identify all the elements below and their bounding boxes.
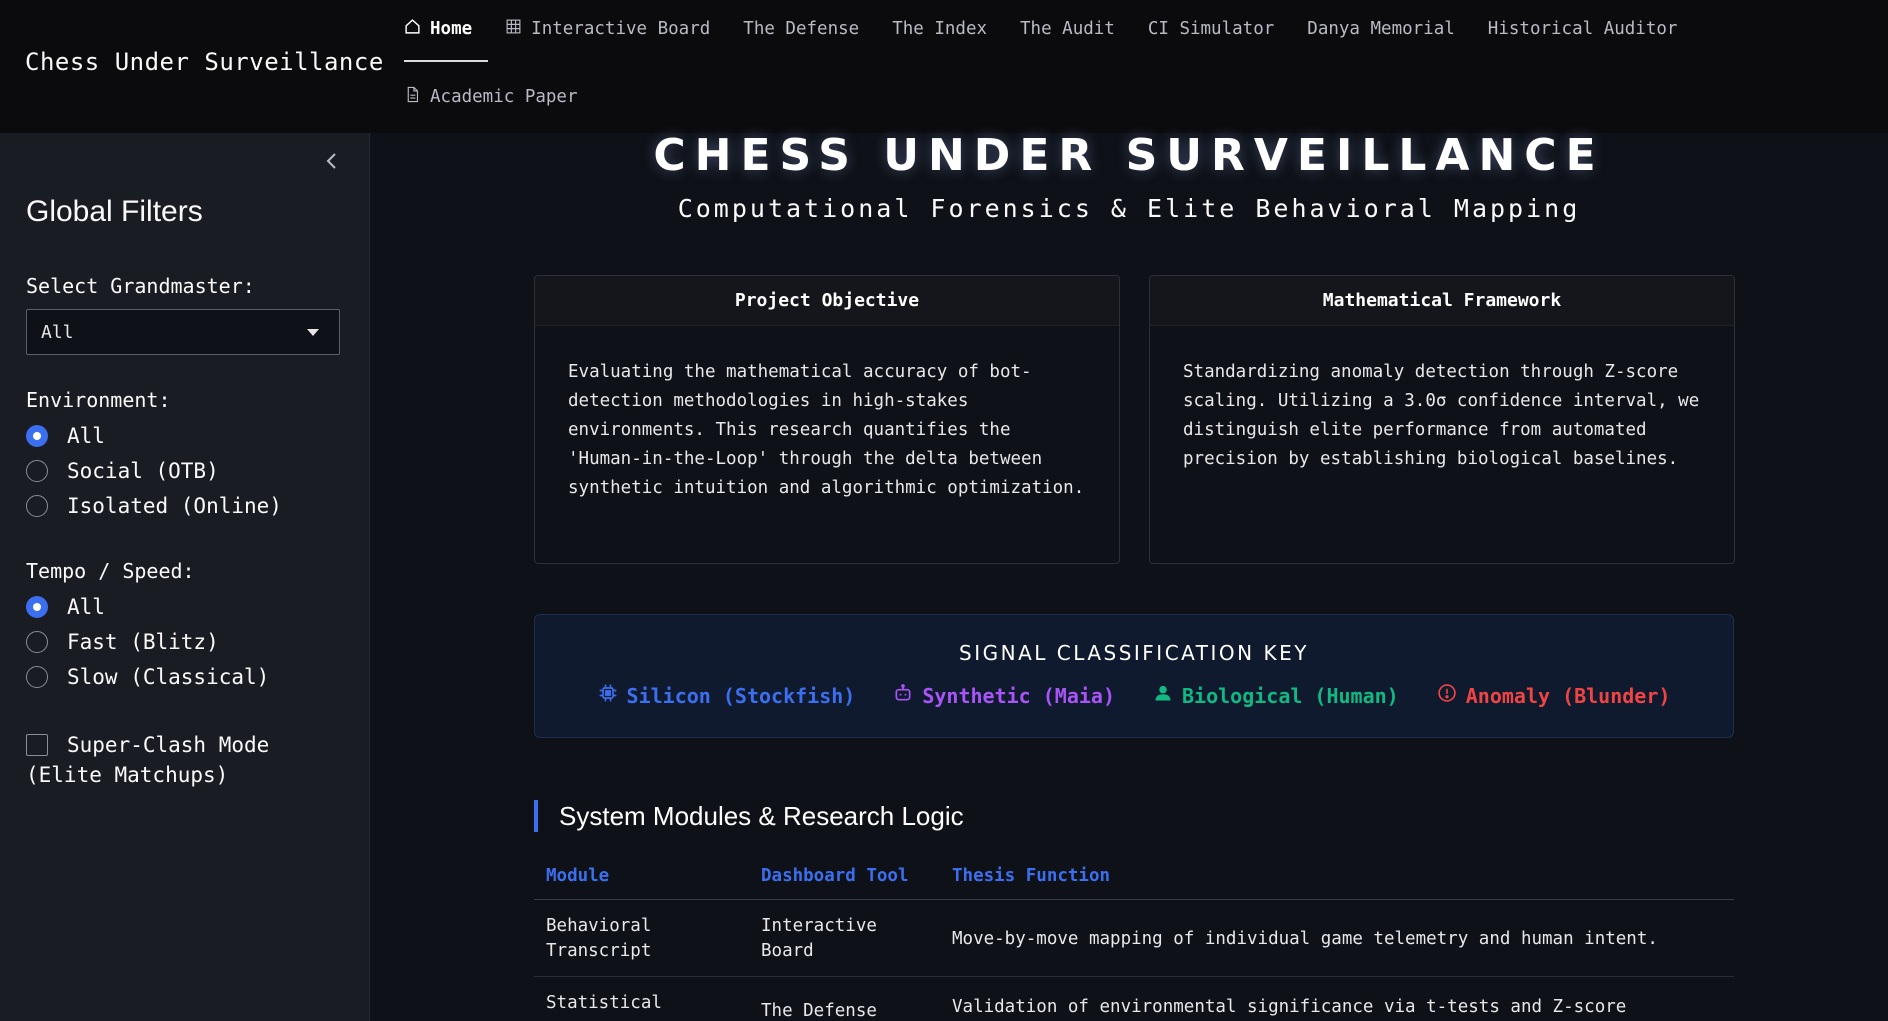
project-objective-card: Project Objective Evaluating the mathema… <box>534 275 1120 564</box>
environment-option-label: All <box>67 424 105 448</box>
environment-option-isolated[interactable]: Isolated (Online) <box>26 494 282 518</box>
nav-the-defense[interactable]: The Defense <box>743 12 859 46</box>
key-title: SIGNAL CLASSIFICATION KEY <box>959 641 1309 665</box>
key-item-anomaly: Anomaly (Blunder) <box>1437 683 1671 708</box>
chevron-down-icon <box>307 329 319 336</box>
card-title: Project Objective <box>535 276 1119 326</box>
tempo-option-label: All <box>67 595 105 619</box>
signal-classification-key: SIGNAL CLASSIFICATION KEY Silicon (Stock… <box>534 614 1734 738</box>
mathematical-framework-card: Mathematical Framework Standardizing ano… <box>1149 275 1735 564</box>
nav-academic-paper-label: Academic Paper <box>430 87 578 107</box>
card-title: Mathematical Framework <box>1150 276 1734 326</box>
nav-interactive-board-label: Interactive Board <box>531 19 711 39</box>
grid-icon <box>505 18 522 40</box>
nav-danya-memorial-label: Danya Memorial <box>1307 19 1455 39</box>
environment-label: Environment: <box>26 388 171 412</box>
environment-option-all[interactable]: All <box>26 424 105 448</box>
page-subtitle: Computational Forensics & Elite Behavior… <box>677 194 1581 223</box>
table-cell: Behavioral Transcript <box>546 916 652 961</box>
radio-unselected[interactable] <box>26 460 48 482</box>
home-icon <box>404 18 421 40</box>
table-cell: Validation of environmental significance… <box>952 997 1627 1017</box>
nav-the-index[interactable]: The Index <box>892 12 987 46</box>
tempo-option-label: Fast (Blitz) <box>67 630 219 654</box>
superclash-checkbox[interactable] <box>26 734 48 756</box>
chevron-left-icon <box>325 152 339 174</box>
radio-selected[interactable] <box>26 425 48 447</box>
nav-the-defense-label: The Defense <box>743 19 860 39</box>
card-body: Evaluating the mathematical accuracy of … <box>568 362 1085 498</box>
grandmaster-select-value: All <box>41 321 74 343</box>
radio-selected[interactable] <box>26 596 48 618</box>
key-item-label: Synthetic (Maia) <box>922 683 1115 708</box>
section-title: System Modules & Research Logic <box>534 800 964 832</box>
cpu-icon <box>598 683 618 708</box>
nav-home[interactable]: Home <box>404 12 472 46</box>
sidebar: Global Filters Select Grandmaster: All E… <box>0 133 370 1021</box>
nav-historical-auditor[interactable]: Historical Auditor <box>1488 12 1678 46</box>
environment-option-label: Isolated (Online) <box>67 494 282 518</box>
table-row: Statistical The Defense Validation of en… <box>534 977 1734 1021</box>
nav-interactive-board[interactable]: Interactive Board <box>505 12 710 46</box>
radio-unselected[interactable] <box>26 631 48 653</box>
key-items: Silicon (Stockfish) Synthetic (Maia) Bio… <box>535 683 1733 708</box>
column-header: Thesis Function <box>952 866 1111 886</box>
robot-icon <box>893 683 913 708</box>
nav-the-index-label: The Index <box>892 19 988 39</box>
radio-unselected[interactable] <box>26 666 48 688</box>
key-item-label: Anomaly (Blunder) <box>1465 683 1671 708</box>
table-cell: The Defense <box>761 1001 877 1021</box>
nav-the-audit-label: The Audit <box>1020 19 1115 39</box>
nav-home-label: Home <box>430 19 473 39</box>
table-row: Behavioral Transcript Interactive Board … <box>534 900 1734 977</box>
active-tab-underline <box>404 60 488 62</box>
card-body: Standardizing anomaly detection through … <box>1183 362 1700 469</box>
superclash-checkbox-row[interactable]: Super-Clash Mode (Elite Matchups) <box>26 730 326 790</box>
tempo-label: Tempo / Speed: <box>26 559 195 583</box>
nav-historical-auditor-label: Historical Auditor <box>1487 19 1678 39</box>
column-header: Module <box>546 866 610 886</box>
nav-ci-simulator[interactable]: CI Simulator <box>1148 12 1274 46</box>
tempo-option-slow[interactable]: Slow (Classical) <box>26 665 269 689</box>
key-item-label: Silicon (Stockfish) <box>626 683 856 708</box>
top-nav: Home Interactive Board The Defense The I… <box>404 12 1844 114</box>
environment-option-label: Social (OTB) <box>67 459 219 483</box>
environment-option-social[interactable]: Social (OTB) <box>26 459 219 483</box>
table-cell: Move-by-move mapping of individual game … <box>952 928 1658 949</box>
nav-danya-memorial[interactable]: Danya Memorial <box>1307 12 1455 46</box>
superclash-label: Super-Clash Mode (Elite Matchups) <box>26 733 270 787</box>
page-title: CHESS UNDER SURVEILLANCE <box>653 130 1605 181</box>
tempo-option-all[interactable]: All <box>26 595 105 619</box>
user-icon <box>1153 683 1173 708</box>
grandmaster-select[interactable]: All <box>26 309 340 355</box>
nav-academic-paper[interactable]: Academic Paper <box>404 80 578 114</box>
collapse-sidebar-button[interactable] <box>320 151 344 175</box>
sidebar-title: Global Filters <box>26 195 203 228</box>
app-title: Chess Under Surveillance <box>25 48 384 76</box>
document-icon <box>404 86 421 108</box>
nav-the-audit[interactable]: The Audit <box>1020 12 1115 46</box>
tempo-option-fast[interactable]: Fast (Blitz) <box>26 630 219 654</box>
radio-unselected[interactable] <box>26 495 48 517</box>
alert-circle-icon <box>1437 683 1457 708</box>
nav-ci-simulator-label: CI Simulator <box>1147 19 1275 39</box>
table-cell: Statistical <box>546 993 662 1013</box>
key-item-label: Biological (Human) <box>1181 683 1399 708</box>
column-header: Dashboard Tool <box>761 866 909 886</box>
key-item-silicon: Silicon (Stockfish) <box>598 683 856 708</box>
table-cell: Interactive Board <box>761 916 877 961</box>
top-header: Chess Under Surveillance Home Interactiv… <box>0 0 1888 133</box>
tempo-option-label: Slow (Classical) <box>67 665 270 689</box>
grandmaster-label: Select Grandmaster: <box>26 274 255 298</box>
key-item-synthetic: Synthetic (Maia) <box>893 683 1115 708</box>
key-item-biological: Biological (Human) <box>1153 683 1399 708</box>
table-header: Module Dashboard Tool Thesis Function <box>534 866 1734 900</box>
modules-table: Module Dashboard Tool Thesis Function Be… <box>534 866 1734 1021</box>
